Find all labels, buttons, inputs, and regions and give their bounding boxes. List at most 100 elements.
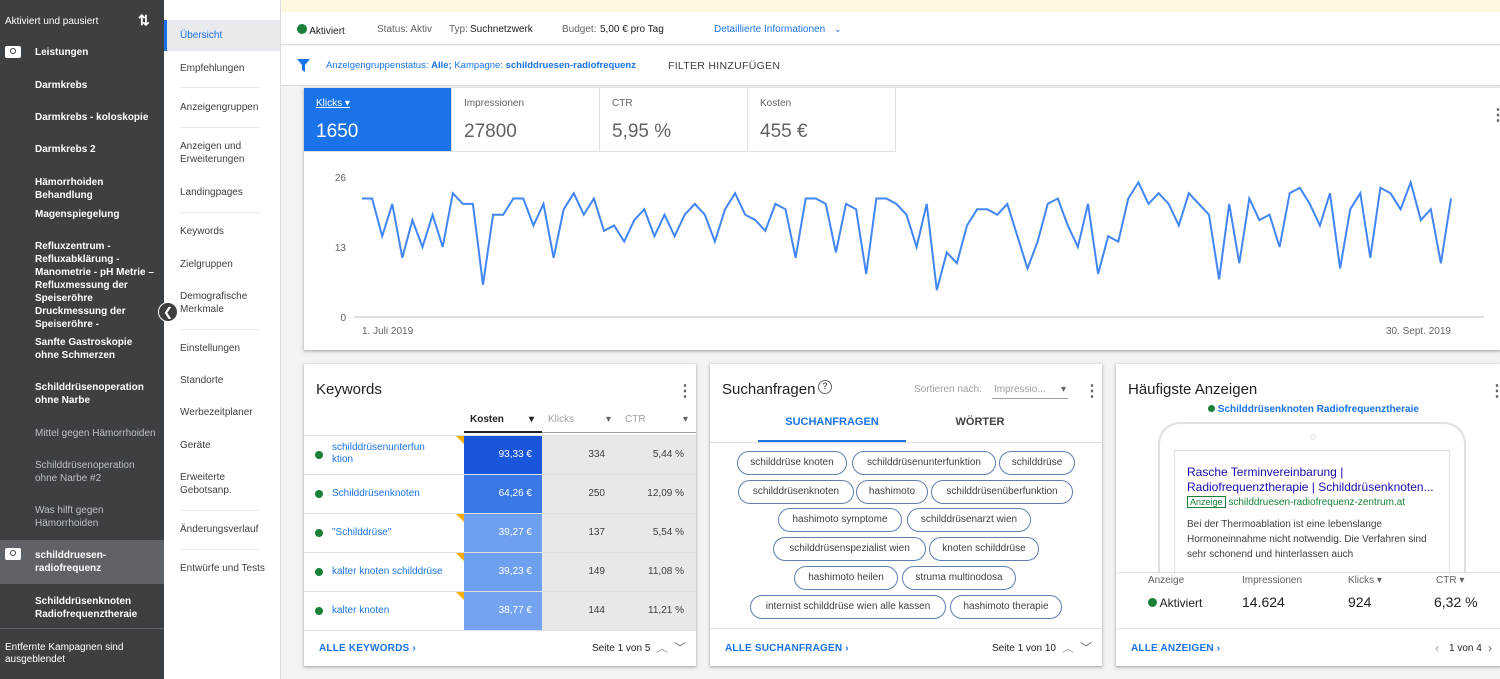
col-cost-header[interactable]: Kosten ▾ (464, 406, 542, 433)
query-chip[interactable]: struma multinodosa (902, 566, 1016, 590)
campaign-item[interactable]: Darmkrebs (0, 79, 164, 92)
nav-landingpages[interactable]: Landingpages (164, 186, 280, 199)
metric-impressions[interactable]: Impressionen 27800 (452, 88, 600, 152)
sort-icon[interactable]: ⇅ (138, 12, 150, 29)
ads-more-icon[interactable] (1489, 384, 1493, 400)
tab-search-queries[interactable]: SUCHANFRAGEN (758, 414, 906, 442)
nav-devices[interactable]: Geräte (164, 439, 280, 452)
top-ads-card: Häufigste Anzeigen Schilddrüsenknoten Ra… (1116, 364, 1500, 666)
chevron-left-icon[interactable]: ‹ (1435, 641, 1439, 655)
keyword-text[interactable]: Schilddrüsenknoten (332, 488, 457, 500)
campaign-item[interactable]: Sanfte Gastroskopie ohne Schmerzen (0, 336, 164, 362)
chevron-right-icon[interactable]: › (1488, 641, 1492, 655)
query-chip[interactable]: schilddrüsenspezialist wien (773, 537, 926, 561)
nav-settings[interactable]: Einstellungen (164, 342, 280, 355)
campaign-item[interactable]: Schilddrüsenoperation ohne Narbe (0, 381, 164, 407)
chevron-down-icon[interactable]: ﹀ (1080, 639, 1092, 656)
all-queries-link[interactable]: ALLE SUCHANFRAGEN › (725, 643, 849, 654)
active-filters[interactable]: Anzeigengruppenstatus: Alle; Kampagne: s… (326, 60, 636, 71)
campaign-item[interactable]: Was hilft gegen Hämorrhoiden (0, 504, 164, 530)
top-ads-title: Häufigste Anzeigen (1128, 381, 1258, 398)
performance-chart-card: Klicks ▾ 1650 Impressionen 27800 CTR 5,9… (304, 88, 1500, 350)
keyword-row[interactable]: kalter knoten 38,77 €144 11,21 % (304, 591, 696, 630)
keyword-clicks: 144 (542, 592, 619, 630)
nav-adgroups[interactable]: Anzeigengruppen (164, 101, 280, 114)
tab-words[interactable]: WÖRTER (906, 414, 1054, 442)
filter-icon[interactable] (297, 59, 310, 72)
chevron-right-icon: › (845, 643, 849, 654)
collapse-panel-button[interactable]: ❮ (158, 302, 178, 322)
query-chip[interactable]: hashimoto therapie (950, 595, 1062, 619)
query-chip[interactable]: hashimoto heilen (794, 566, 898, 590)
metric-clicks-label: Klicks ▾ (316, 98, 350, 109)
col-ctr-header[interactable]: CTR ▾ (1436, 575, 1464, 586)
campaign-item[interactable]: Schilddrüsenknoten Radiofrequenztheraie (0, 595, 164, 621)
nav-audiences[interactable]: Zielgruppen (164, 258, 280, 271)
keyword-row[interactable]: Schilddrüsenknoten 64,26 €250 12,09 % (304, 474, 696, 513)
keyword-row[interactable]: kalter knoten schilddrüse 39,23 €149 11,08… (304, 552, 696, 591)
query-chip[interactable]: schilddrüsenunterfunktion (852, 451, 996, 475)
all-ads-link[interactable]: ALLE ANZEIGEN › (1131, 643, 1220, 654)
keyword-clicks: 149 (542, 553, 619, 591)
nav-ads-extensions[interactable]: Anzeigen und Erweiterungen (164, 140, 280, 166)
divider (180, 87, 260, 88)
details-toggle[interactable]: Detaillierte Informationen ⌄ (714, 24, 842, 35)
keyword-text[interactable]: schilddrüsenunterfunktion (332, 442, 428, 466)
metric-cost[interactable]: Kosten 455 € (748, 88, 896, 152)
col-clicks-header[interactable]: Klicks ▾ (1348, 575, 1382, 586)
query-chip[interactable]: knoten schilddrüse (929, 537, 1039, 561)
query-chip[interactable]: internist schilddrüse wien alle kassen (750, 595, 946, 619)
divider (180, 549, 260, 550)
all-keywords-link[interactable]: ALLE KEYWORDS › (319, 643, 416, 654)
chart-more-icon[interactable] (1490, 108, 1494, 124)
add-filter-button[interactable]: FILTER HINZUFÜGEN (668, 60, 780, 72)
ad-description: Bei der Thermoablation ist eine lebensla… (1187, 519, 1427, 560)
query-chip[interactable]: schilddrüse (999, 451, 1075, 475)
campaign-item-leistungen[interactable]: Leistungen (0, 46, 164, 59)
metric-impressions-label: Impressionen (464, 98, 525, 109)
nav-demographics[interactable]: Demografische Merkmale (164, 290, 280, 316)
chevron-up-icon[interactable]: ︿ (1062, 639, 1074, 656)
type-value: Suchnetzwerk (470, 24, 533, 35)
nav-locations[interactable]: Standorte (164, 374, 280, 387)
nav-overview[interactable]: Übersicht (164, 20, 280, 51)
campaign-item[interactable]: Darmkrebs - koloskopie (0, 111, 164, 124)
help-icon[interactable]: ? (818, 380, 832, 394)
campaign-item[interactable]: Mittel gegen Hämorrhoiden (0, 427, 164, 440)
campaign-item[interactable]: Hämorrhoiden Behandlung (0, 176, 164, 202)
campaign-item[interactable]: Refluxzentrum - Refluxabklärung - Manome… (0, 240, 164, 331)
queries-more-icon[interactable] (1084, 384, 1088, 400)
chevron-up-icon[interactable]: ︿ (656, 639, 668, 656)
status-state[interactable]: Aktiviert (297, 24, 345, 37)
keyword-row[interactable]: schilddrüsenunterfunktion 93,33 €334 5,44 … (304, 435, 696, 474)
nav-keywords[interactable]: Keywords (164, 225, 280, 238)
nav-ad-schedule[interactable]: Werbezeitplaner (164, 406, 280, 419)
metric-clicks[interactable]: Klicks ▾ 1650 (304, 88, 452, 152)
chevron-down-icon[interactable]: ﹀ (674, 639, 686, 656)
nav-bid-adjustments[interactable]: Erweiterte Gebotsanp. (164, 471, 280, 497)
keyword-text[interactable]: kalter knoten (332, 605, 457, 617)
query-chip[interactable]: schilddrüsenüberfunktion (931, 480, 1073, 504)
query-chip[interactable]: schilddrüsenarzt wien (907, 508, 1031, 532)
col-ctr-header[interactable]: CTR ▾ (619, 406, 696, 433)
campaign-item-selected[interactable]: schilddruesen-radiofrequenz (0, 540, 164, 584)
query-chip[interactable]: schilddrüse knoten (737, 451, 847, 475)
keyword-row[interactable]: "Schilddrüse" 39,27 €137 5,54 % (304, 513, 696, 552)
ad-preview[interactable]: Rasche Terminvereinbarung | Radiofrequen… (1174, 450, 1450, 574)
query-chip[interactable]: hashimoto symptome (778, 508, 902, 532)
campaign-item[interactable]: Schilddrüsenoperation ohne Narbe #2 (0, 459, 164, 485)
divider (180, 329, 260, 330)
keyword-text[interactable]: "Schilddrüse" (332, 527, 457, 539)
keyword-text[interactable]: kalter knoten schilddrüse (332, 566, 457, 578)
nav-drafts-experiments[interactable]: Entwürfe und Tests (164, 562, 280, 575)
campaign-item[interactable]: Magenspiegelung (0, 208, 164, 221)
sort-select[interactable]: Impressio... ▾ (992, 379, 1068, 399)
metric-ctr[interactable]: CTR 5,95 % (600, 88, 748, 152)
query-chip[interactable]: hashimoto (856, 480, 928, 504)
col-clicks-header[interactable]: Klicks ▾ (542, 406, 619, 433)
query-chip[interactable]: schilddrüsenknoten (738, 480, 854, 504)
nav-recommendations[interactable]: Empfehlungen (164, 62, 280, 75)
campaign-item[interactable]: Darmkrebs 2 (0, 143, 164, 156)
nav-change-history[interactable]: Änderungsverlauf (164, 523, 280, 536)
keywords-more-icon[interactable] (677, 384, 681, 400)
